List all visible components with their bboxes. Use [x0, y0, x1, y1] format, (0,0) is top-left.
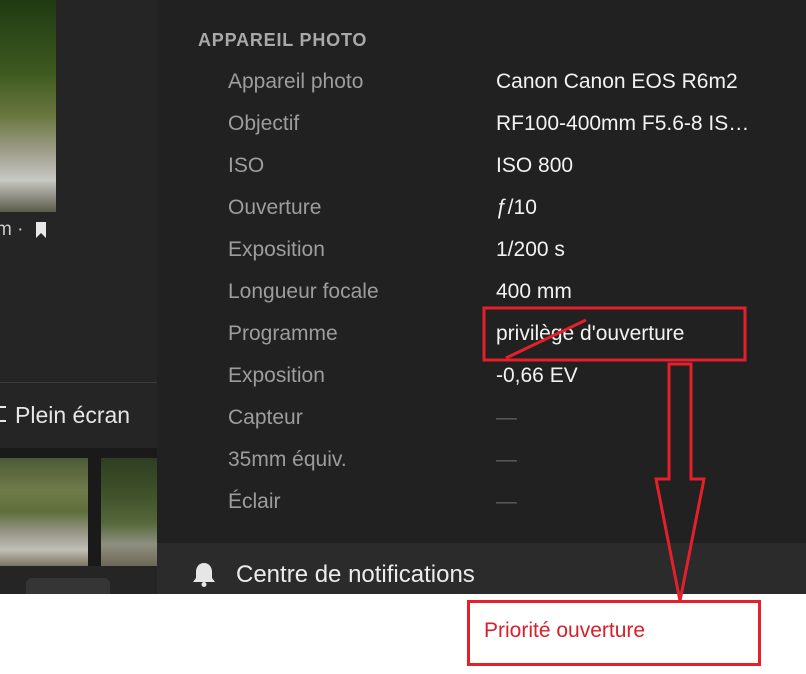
bell-icon: [193, 563, 215, 587]
detail-value: —: [496, 406, 517, 429]
thumbnail[interactable]: [101, 458, 157, 566]
detail-value: Canon Canon EOS R6m2: [496, 70, 738, 93]
photo-viewer-strip: m · Plein écran: [0, 0, 157, 594]
detail-label: Exposition: [228, 238, 325, 261]
detail-value: privilège d'ouverture: [496, 322, 685, 345]
detail-value: 400 mm: [496, 280, 572, 303]
bookmark-icon[interactable]: [35, 221, 47, 238]
detail-label: Capteur: [228, 406, 303, 429]
detail-label: Ouverture: [228, 196, 322, 219]
thumbnail-strip: [0, 448, 157, 566]
detail-value: ISO 800: [496, 154, 574, 177]
detail-value: 1/200 s: [496, 238, 565, 261]
detail-label: Longueur focale: [228, 280, 379, 303]
thumbnail[interactable]: [0, 458, 88, 566]
detail-value: —: [496, 448, 517, 471]
detail-label: Éclair: [228, 490, 281, 513]
detail-row-focal-length: Longueur focale 400 mm: [157, 272, 806, 314]
camera-details-panel: APPAREIL PHOTO Appareil photo Canon Cano…: [157, 0, 806, 594]
notification-center-bar[interactable]: Centre de notifications: [157, 543, 806, 594]
detail-label: Exposition: [228, 364, 325, 387]
annotation-note-text: Priorité ouverture: [484, 619, 646, 642]
detail-row-exposure-time: Exposition 1/200 s: [157, 230, 806, 272]
detail-row-35mm-equiv: 35mm équiv. —: [157, 440, 806, 482]
detail-row-lens: Objectif RF100-400mm F5.6-8 IS…: [157, 104, 806, 146]
detail-value: ƒ/10: [496, 196, 537, 219]
detail-label: Programme: [228, 322, 338, 345]
detail-value: RF100-400mm F5.6-8 IS…: [496, 112, 750, 135]
photo-meta-text: m ·: [0, 219, 24, 240]
detail-row-sensor: Capteur —: [157, 398, 806, 440]
detail-value: —: [496, 490, 517, 513]
detail-row-exposure-bias: Exposition -0,66 EV: [157, 356, 806, 398]
detail-row-iso: ISO ISO 800: [157, 146, 806, 188]
detail-label: Objectif: [228, 112, 300, 135]
photo-meta: m ·: [0, 218, 47, 242]
detail-row-camera: Appareil photo Canon Canon EOS R6m2: [157, 62, 806, 104]
detail-label: Appareil photo: [228, 70, 364, 93]
fullscreen-button[interactable]: Plein écran: [0, 398, 157, 432]
notification-center-label: Centre de notifications: [236, 561, 475, 588]
fullscreen-label: Plein écran: [15, 402, 131, 428]
detail-row-aperture: Ouverture ƒ/10: [157, 188, 806, 230]
divider: [0, 382, 157, 383]
detail-row-program: Programme privilège d'ouverture: [157, 314, 806, 356]
photo-preview[interactable]: [0, 0, 56, 212]
detail-label: ISO: [228, 154, 265, 177]
scroll-tab[interactable]: [26, 578, 110, 594]
fullscreen-icon: [0, 406, 6, 422]
detail-value: -0,66 EV: [496, 364, 578, 387]
detail-label: 35mm équiv.: [228, 448, 347, 471]
annotation-note: Priorité ouverture: [467, 600, 761, 666]
section-title: APPAREIL PHOTO: [198, 30, 368, 50]
detail-row-flash: Éclair —: [157, 482, 806, 524]
